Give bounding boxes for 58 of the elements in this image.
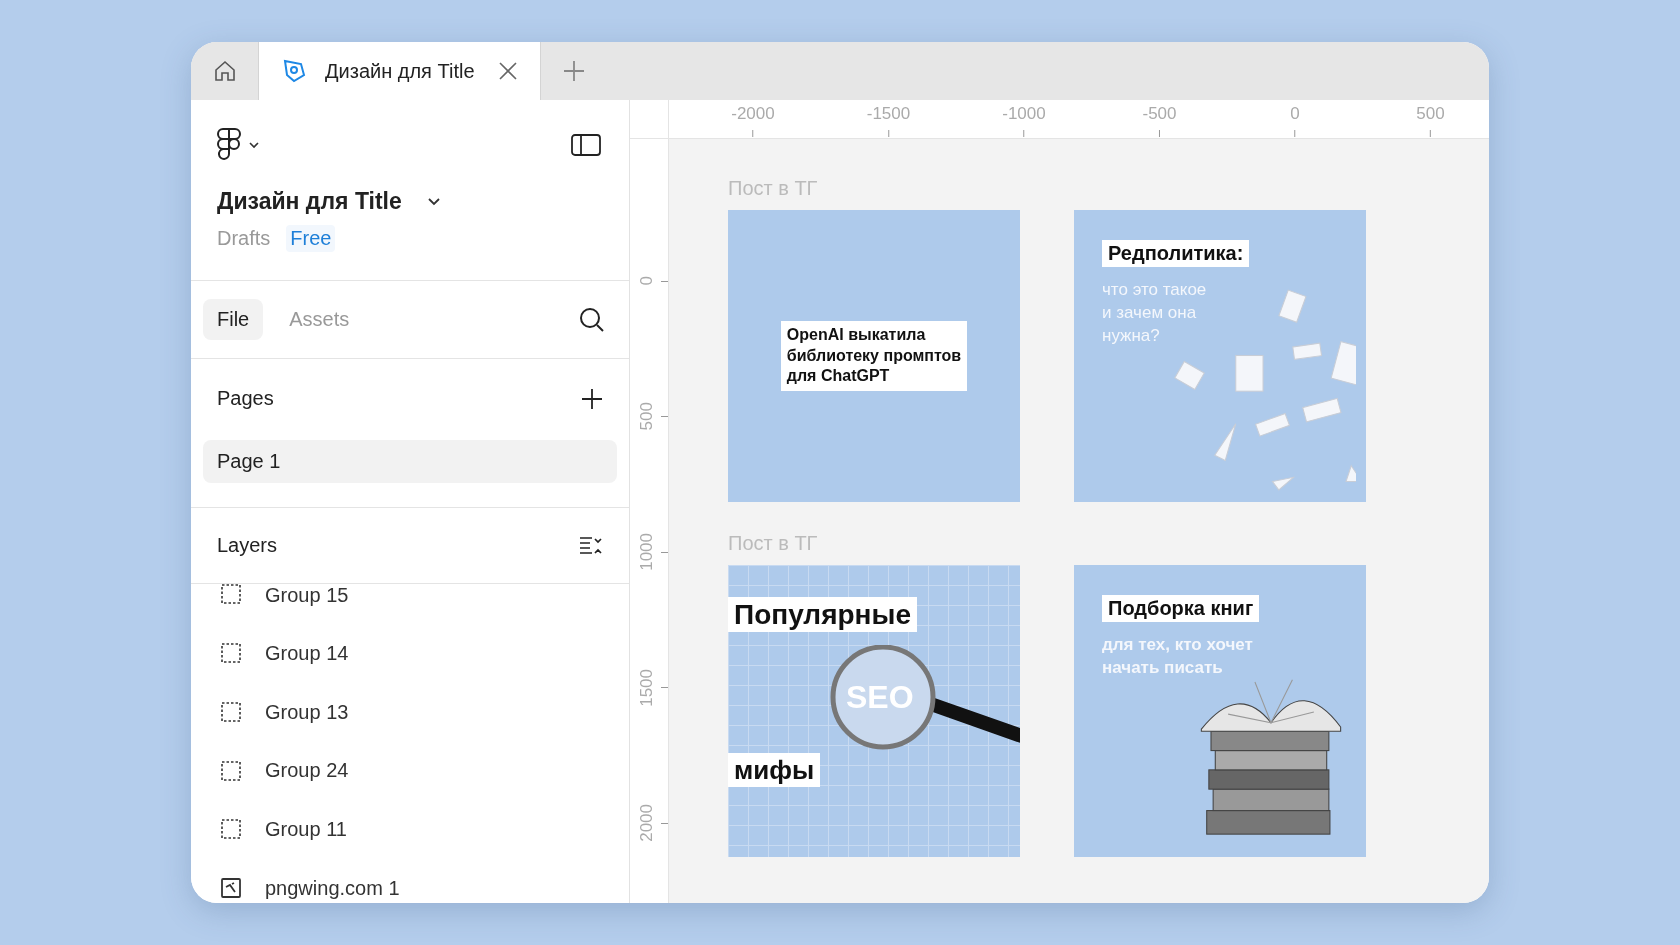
pages-heading: Pages <box>217 387 274 410</box>
headline-text: Редполитика: <box>1102 240 1250 267</box>
sidebar-toggle-icon <box>571 134 601 156</box>
headline-text: OpenAI выкатила библиотеку промптов для ChatGPT <box>780 320 968 392</box>
ruler-label: -500 <box>1142 104 1177 124</box>
panel-tab[interactable]: File <box>203 299 264 340</box>
layer-item[interactable]: Group 14 <box>221 624 629 683</box>
ruler-label: 0 <box>1290 104 1300 124</box>
subtitle-text: что это такое и зачем она нужна? <box>1102 279 1207 347</box>
dashed-frame-icon <box>221 584 241 604</box>
search-icon <box>579 306 605 333</box>
post-frame[interactable]: Редполитика: что это такое и зачем она нужна? <box>1074 210 1366 502</box>
sidebar-toggle-button[interactable] <box>571 134 601 156</box>
ruler-label: 1000 <box>637 533 657 571</box>
image-icon <box>221 878 241 899</box>
chevron-down-icon <box>249 141 259 149</box>
home-icon <box>212 59 237 83</box>
chevron-down-icon[interactable] <box>427 197 440 206</box>
plus-icon <box>581 387 603 410</box>
logo-icon <box>217 128 241 162</box>
ruler-label: 500 <box>1416 104 1445 124</box>
post-frame[interactable]: Подборка книг для тех, кто хочет начать писать <box>1074 565 1366 857</box>
ruler-label: 1500 <box>637 668 657 707</box>
headline-text: Подборка книг <box>1102 595 1260 622</box>
layer-item[interactable]: Group 15 <box>221 584 629 606</box>
layers-heading: Layers <box>217 534 278 557</box>
ruler-label: -1500 <box>866 104 911 124</box>
subtitle-text: для тех, кто хочет начать писать <box>1102 634 1253 679</box>
collapse-layers-icon <box>579 535 603 556</box>
ruler-label: -2000 <box>731 104 775 124</box>
headline-text: Популярные <box>728 597 917 632</box>
add-page-button[interactable] <box>581 387 603 410</box>
dashed-frame-icon <box>221 760 241 781</box>
plus-icon <box>563 60 585 82</box>
collapse-layers-button[interactable] <box>579 535 603 556</box>
dashed-frame-icon <box>221 643 241 664</box>
headline-text: мифы <box>728 753 821 787</box>
dashed-frame-icon <box>221 819 241 840</box>
ruler-label: 2000 <box>637 804 657 842</box>
ruler-label: -1000 <box>1002 104 1046 124</box>
search-button[interactable] <box>579 306 605 333</box>
plan-badge[interactable]: Free <box>286 225 336 252</box>
file-title[interactable]: Дизайн для Title <box>217 188 402 215</box>
page-item[interactable]: Page 1 <box>203 440 617 483</box>
layer-item[interactable]: pngwing.com 1 <box>221 858 629 903</box>
layer-item[interactable]: Group 11 <box>221 800 629 859</box>
ruler-label: 0 <box>637 276 657 286</box>
layer-item[interactable]: Group 24 <box>221 741 629 801</box>
document-tab[interactable]: Дизайн для Title <box>259 42 541 100</box>
main-menu-button[interactable] <box>217 128 259 162</box>
pen-tool-icon <box>281 58 307 84</box>
home-tab[interactable] <box>191 42 259 100</box>
dashed-frame-icon <box>221 702 241 723</box>
post-frame[interactable]: OpenAI выкатила библиотеку промптов для ChatGPT <box>728 210 1020 502</box>
layer-item[interactable]: Group 13 <box>221 682 629 742</box>
ruler-label: 500 <box>637 402 657 431</box>
close-tab-button[interactable] <box>498 61 518 81</box>
close-icon <box>498 61 518 81</box>
